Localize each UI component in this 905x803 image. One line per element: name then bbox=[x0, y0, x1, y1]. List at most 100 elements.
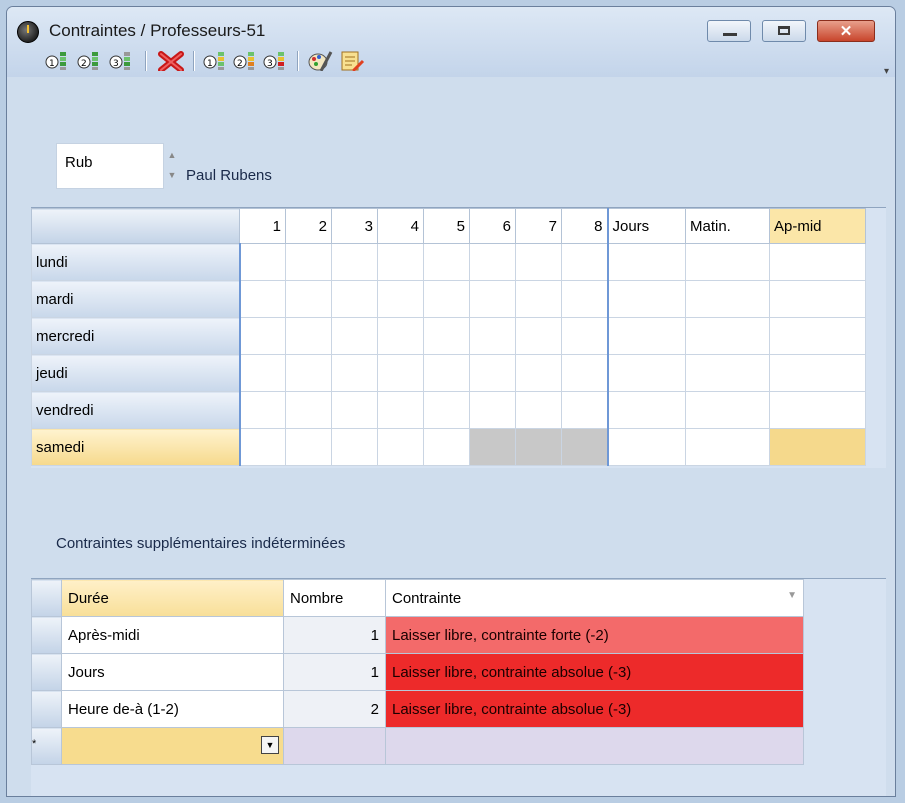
table-row[interactable]: Heure de-à (1-2) 2 Laisser libre, contra… bbox=[31, 690, 804, 728]
grid-cell[interactable] bbox=[423, 317, 470, 355]
close-button[interactable] bbox=[817, 20, 875, 42]
grid-cell[interactable] bbox=[607, 428, 686, 466]
grid-cell[interactable] bbox=[607, 243, 686, 281]
grid-cell[interactable] bbox=[769, 317, 866, 355]
duree-cell[interactable]: Après-midi bbox=[61, 616, 284, 654]
grid-cell[interactable] bbox=[331, 280, 378, 318]
grid-cell[interactable] bbox=[769, 243, 866, 281]
row-selector[interactable] bbox=[31, 653, 62, 691]
grid-cell[interactable] bbox=[423, 428, 470, 466]
grid-cell[interactable] bbox=[561, 280, 609, 318]
grid-cell[interactable] bbox=[239, 280, 286, 318]
row-header-vendredi[interactable]: vendredi bbox=[31, 391, 241, 429]
dropdown-arrow-icon[interactable]: ▼ bbox=[261, 736, 279, 754]
grid-cell[interactable] bbox=[607, 391, 686, 429]
grid-cell[interactable] bbox=[377, 243, 424, 281]
row-header-mercredi[interactable]: mercredi bbox=[31, 317, 241, 355]
grid-cell[interactable] bbox=[423, 243, 470, 281]
grid-cell[interactable] bbox=[377, 354, 424, 392]
row-selector[interactable] bbox=[31, 690, 62, 728]
grid-cell[interactable] bbox=[469, 280, 516, 318]
grid-cell[interactable] bbox=[769, 280, 866, 318]
col-header-matin[interactable]: Matin. bbox=[685, 208, 770, 244]
add-constraint-1-icon[interactable]: 1 bbox=[45, 49, 71, 71]
grid-cell[interactable] bbox=[561, 354, 609, 392]
delete-icon[interactable] bbox=[157, 49, 185, 71]
grid-cell[interactable] bbox=[239, 428, 286, 466]
grid-cell[interactable] bbox=[331, 428, 378, 466]
row-header-jeudi[interactable]: jeudi bbox=[31, 354, 241, 392]
minimize-button[interactable] bbox=[707, 20, 751, 42]
grid-cell[interactable] bbox=[239, 354, 286, 392]
col-header-apmid[interactable]: Ap-mid bbox=[769, 208, 866, 244]
grid-cell[interactable] bbox=[769, 391, 866, 429]
contrainte-new-cell[interactable] bbox=[385, 727, 804, 765]
grid-cell[interactable] bbox=[469, 391, 516, 429]
col-header-contrainte[interactable]: Contrainte ▼ bbox=[385, 579, 804, 617]
row-selector[interactable] bbox=[31, 616, 62, 654]
grid-cell[interactable] bbox=[469, 317, 516, 355]
remove-constraint-2-icon[interactable]: 2 bbox=[233, 49, 259, 71]
grid-cell[interactable] bbox=[239, 243, 286, 281]
grid-cell[interactable] bbox=[285, 428, 332, 466]
nombre-cell[interactable]: 1 bbox=[283, 616, 386, 654]
grid-cell[interactable] bbox=[469, 354, 516, 392]
col-header-3[interactable]: 3 bbox=[331, 208, 378, 244]
grid-cell[interactable] bbox=[685, 354, 770, 392]
grid-cell[interactable] bbox=[239, 317, 286, 355]
grid-cell[interactable] bbox=[685, 280, 770, 318]
grid-cell[interactable] bbox=[423, 354, 470, 392]
col-header-4[interactable]: 4 bbox=[377, 208, 424, 244]
grid-cell[interactable] bbox=[607, 354, 686, 392]
grid-cell[interactable] bbox=[423, 391, 470, 429]
nombre-new-cell[interactable] bbox=[283, 727, 386, 765]
col-header-6[interactable]: 6 bbox=[469, 208, 516, 244]
col-header-jours[interactable]: Jours bbox=[607, 208, 686, 244]
duree-dropdown[interactable]: ▼ bbox=[61, 727, 284, 765]
grid-cell[interactable] bbox=[469, 243, 516, 281]
contrainte-cell[interactable]: Laisser libre, contrainte absolue (-3) bbox=[385, 653, 804, 691]
grid-cell[interactable] bbox=[331, 317, 378, 355]
spin-down-icon[interactable]: ▼ bbox=[163, 165, 181, 185]
grid-cell[interactable] bbox=[515, 391, 562, 429]
col-header-nombre[interactable]: Nombre bbox=[283, 579, 386, 617]
col-header-5[interactable]: 5 bbox=[423, 208, 470, 244]
grid-cell[interactable] bbox=[515, 317, 562, 355]
grid-cell[interactable] bbox=[239, 391, 286, 429]
grid-cell[interactable] bbox=[515, 354, 562, 392]
grid-cell[interactable] bbox=[423, 280, 470, 318]
grid-cell[interactable] bbox=[285, 280, 332, 318]
col-header-duree[interactable]: Durée bbox=[61, 579, 284, 617]
duree-cell[interactable]: Jours bbox=[61, 653, 284, 691]
remove-constraint-3-icon[interactable]: 3 bbox=[263, 49, 289, 71]
new-row[interactable]: * ▼ bbox=[31, 727, 804, 765]
report-icon[interactable] bbox=[339, 49, 365, 71]
edit-icon[interactable] bbox=[307, 49, 333, 71]
grid-cell[interactable] bbox=[515, 280, 562, 318]
table-row[interactable]: Jours 1 Laisser libre, contrainte absolu… bbox=[31, 653, 804, 691]
duree-cell[interactable]: Heure de-à (1-2) bbox=[61, 690, 284, 728]
grid-cell[interactable] bbox=[377, 428, 424, 466]
col-header-2[interactable]: 2 bbox=[285, 208, 332, 244]
grid-cell[interactable] bbox=[285, 391, 332, 429]
maximize-button[interactable] bbox=[762, 20, 806, 42]
add-constraint-2-icon[interactable]: 2 bbox=[77, 49, 103, 71]
grid-cell[interactable] bbox=[607, 317, 686, 355]
contrainte-cell[interactable]: Laisser libre, contrainte forte (-2) bbox=[385, 616, 804, 654]
grid-cell[interactable] bbox=[377, 280, 424, 318]
grid-cell[interactable] bbox=[685, 428, 770, 466]
grid-cell[interactable] bbox=[685, 243, 770, 281]
nombre-cell[interactable]: 1 bbox=[283, 653, 386, 691]
grid-cell[interactable] bbox=[561, 317, 609, 355]
grid-cell[interactable] bbox=[285, 354, 332, 392]
add-constraint-3-icon[interactable]: 3 bbox=[109, 49, 135, 71]
grid-cell[interactable] bbox=[285, 317, 332, 355]
grid-cell[interactable] bbox=[685, 391, 770, 429]
col-header-7[interactable]: 7 bbox=[515, 208, 562, 244]
grid-cell[interactable] bbox=[285, 243, 332, 281]
grid-cell[interactable] bbox=[331, 354, 378, 392]
spin-up-icon[interactable]: ▲ bbox=[163, 145, 181, 165]
remove-constraint-1-icon[interactable]: 1 bbox=[203, 49, 229, 71]
grid-cell[interactable] bbox=[685, 317, 770, 355]
grid-cell[interactable] bbox=[331, 391, 378, 429]
